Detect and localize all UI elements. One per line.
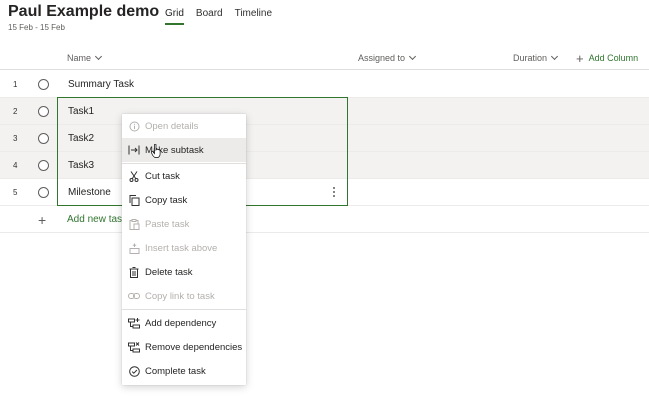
column-header-duration[interactable]: Duration (513, 52, 559, 63)
add-column-label: Add Column (588, 53, 639, 63)
menu-item-label: Complete task (145, 365, 206, 377)
context-menu: Open details Make subtask Cut task Copy … (122, 114, 246, 385)
menu-item-label: Open details (145, 120, 199, 132)
menu-item-label: Remove dependencies (145, 341, 243, 353)
info-icon (123, 121, 145, 132)
table-row[interactable]: 1 Summary Task (0, 71, 649, 98)
indent-icon (123, 145, 145, 155)
task-name[interactable]: Task3 (68, 160, 94, 171)
menu-divider (122, 309, 246, 310)
row-number: 5 (13, 188, 18, 197)
complete-checkbox[interactable] (38, 79, 49, 90)
grid-header: Name Assigned to Duration + Add Column (0, 46, 649, 70)
plan-date-range: 15 Feb - 15 Feb (8, 23, 65, 32)
tab-timeline[interactable]: Timeline (235, 8, 272, 24)
more-options-icon[interactable] (329, 185, 339, 199)
column-header-duration-label: Duration (513, 53, 548, 63)
plus-icon: + (38, 212, 47, 228)
column-header-name-label: Name (67, 53, 92, 63)
menu-item-add-dependency[interactable]: Add dependency (122, 311, 246, 335)
menu-item-copy-link[interactable]: Copy link to task (122, 284, 246, 308)
add-column-button[interactable]: + Add Column (576, 50, 639, 66)
table-row[interactable]: 3 Task2 (0, 125, 649, 152)
task-name[interactable]: Milestone (68, 187, 111, 198)
menu-item-make-subtask[interactable]: Make subtask (122, 138, 246, 162)
trash-icon (123, 266, 145, 278)
view-tabs: Grid Board Timeline (165, 8, 272, 25)
task-name[interactable]: Summary Task (68, 79, 134, 90)
column-header-name[interactable]: Name (67, 52, 103, 63)
scissors-icon (123, 170, 145, 182)
menu-item-label: Insert task above (145, 242, 218, 254)
tab-board[interactable]: Board (196, 8, 223, 24)
menu-item-remove-dependencies[interactable]: Remove dependencies (122, 335, 246, 359)
insert-above-icon (123, 243, 145, 254)
add-dependency-icon (123, 317, 145, 329)
complete-checkbox[interactable] (38, 106, 49, 117)
paste-icon (123, 218, 145, 230)
menu-item-label: Copy link to task (145, 290, 215, 302)
menu-item-complete-task[interactable]: Complete task (122, 359, 246, 383)
plan-title: Paul Example demo (8, 3, 160, 20)
table-row[interactable]: 2 Task1 (0, 98, 649, 125)
row-number: 2 (13, 107, 18, 116)
table-row[interactable]: 4 Task3 (0, 152, 649, 179)
row-number: 4 (13, 161, 18, 170)
complete-checkbox[interactable] (38, 160, 49, 171)
menu-item-label: Add dependency (145, 317, 217, 329)
remove-dependency-icon (123, 341, 145, 353)
column-header-assigned-to[interactable]: Assigned to (358, 52, 417, 63)
menu-item-copy-task[interactable]: Copy task (122, 188, 246, 212)
menu-item-label: Make subtask (145, 144, 204, 156)
menu-item-cut-task[interactable]: Cut task (122, 164, 246, 188)
task-name[interactable]: Task1 (68, 106, 94, 117)
add-new-task-link[interactable]: Add new task (67, 214, 127, 225)
menu-item-delete-task[interactable]: Delete task (122, 260, 246, 284)
row-number: 3 (13, 134, 18, 143)
chevron-down-icon (550, 52, 559, 61)
menu-item-label: Cut task (145, 170, 180, 182)
menu-item-open-details[interactable]: Open details (122, 114, 246, 138)
complete-checkbox[interactable] (38, 133, 49, 144)
menu-item-label: Paste task (145, 218, 190, 230)
menu-item-label: Delete task (145, 266, 193, 278)
menu-item-paste-task[interactable]: Paste task (122, 212, 246, 236)
row-number: 1 (13, 80, 18, 89)
chevron-down-icon (94, 52, 103, 61)
check-circle-icon (123, 365, 145, 377)
complete-checkbox[interactable] (38, 187, 49, 198)
task-name[interactable]: Task2 (68, 133, 94, 144)
table-row[interactable]: 5 Milestone (0, 179, 649, 206)
chevron-down-icon (408, 52, 417, 61)
copy-icon (123, 194, 145, 206)
column-header-assigned-to-label: Assigned to (358, 53, 406, 63)
plus-icon: + (576, 50, 584, 66)
tab-grid[interactable]: Grid (165, 8, 184, 25)
link-icon (123, 292, 145, 300)
menu-item-label: Copy task (145, 194, 188, 206)
menu-item-insert-task-above[interactable]: Insert task above (122, 236, 246, 260)
add-task-row[interactable]: + Add new task (0, 206, 649, 233)
